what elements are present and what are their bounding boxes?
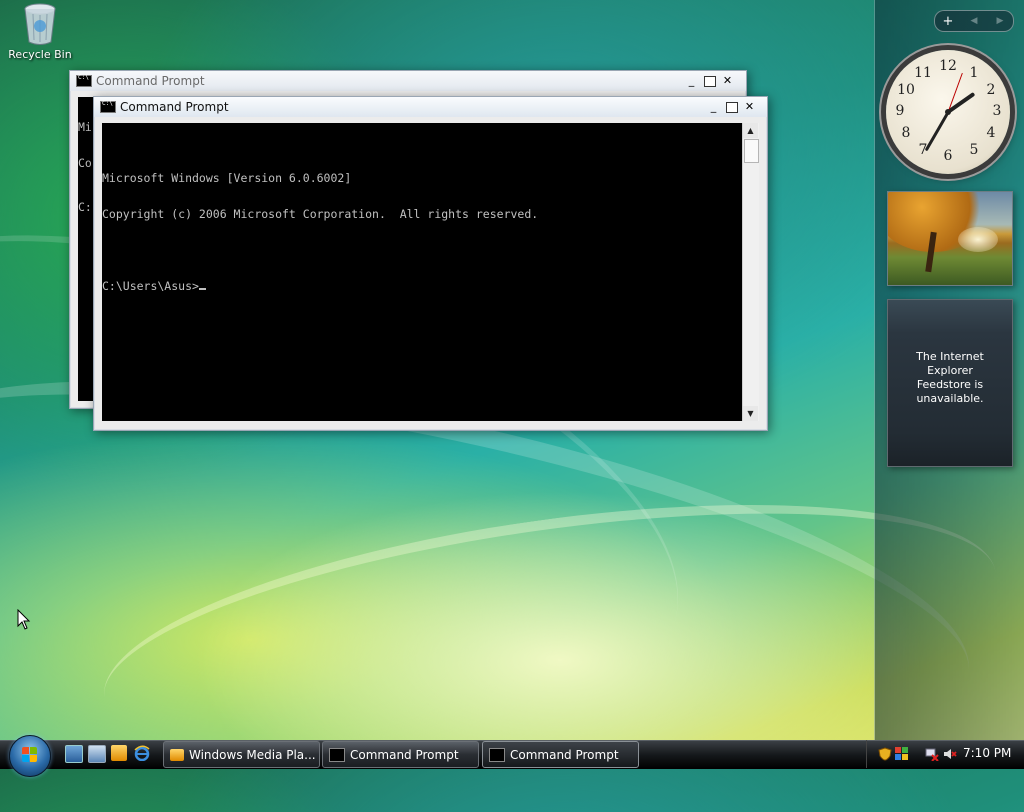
prev-gadget-icon[interactable]: ◀ <box>961 16 987 26</box>
network-disconnected-icon[interactable] <box>925 746 939 762</box>
scroll-thumb[interactable] <box>744 139 759 163</box>
clock-number: 8 <box>901 125 911 141</box>
add-gadget-button[interactable]: + <box>935 14 961 29</box>
volume-muted-icon[interactable] <box>943 746 957 760</box>
clock-gadget[interactable]: 12 1 2 3 4 5 6 7 8 9 10 11 <box>886 50 1010 174</box>
media-player-quicklaunch-icon[interactable] <box>111 745 127 761</box>
taskbar-button-command-prompt[interactable]: Command Prompt <box>322 741 479 768</box>
recycle-bin[interactable]: Recycle Bin <box>4 2 76 61</box>
clock-number: 12 <box>939 58 957 74</box>
clock-number: 2 <box>986 82 996 98</box>
scroll-up-arrow-icon[interactable]: ▲ <box>743 123 758 138</box>
console-prompt-line: C:\Users\Asus> <box>102 280 742 292</box>
clock-number: 10 <box>897 82 915 98</box>
switch-windows-icon[interactable] <box>88 745 106 763</box>
front-window-titlebar[interactable]: Command Prompt <box>94 97 767 117</box>
windows-flag-icon <box>22 747 38 763</box>
minimize-button[interactable]: _ <box>706 100 721 113</box>
show-desktop-icon[interactable] <box>65 745 83 763</box>
taskbar-button-label: Command Prompt <box>510 747 619 762</box>
text-cursor <box>198 288 206 290</box>
clock-number: 3 <box>992 103 1002 119</box>
taskbar-button-label: Windows Media Pla... <box>189 747 316 762</box>
cmd-icon <box>100 100 116 113</box>
console-line: Microsoft Windows [Version 6.0.6002] <box>102 171 352 185</box>
console-prompt: C:\Users\Asus> <box>102 279 199 293</box>
clock-center-pin <box>945 109 951 115</box>
clock-number: 5 <box>969 142 979 158</box>
taskbar-button-label: Command Prompt <box>350 747 459 762</box>
cmd-icon <box>329 747 345 762</box>
close-button[interactable]: ✕ <box>720 74 735 87</box>
scroll-down-arrow-icon[interactable]: ▼ <box>743 406 758 421</box>
maximize-button[interactable] <box>704 76 716 87</box>
clock-number: 11 <box>914 65 932 81</box>
start-button[interactable] <box>9 735 51 777</box>
clock-minute-hand <box>924 111 950 152</box>
console-line: Copyright (c) 2006 Microsoft Corporation… <box>102 207 539 221</box>
front-window-title: Command Prompt <box>120 100 229 114</box>
taskbar-button-media-player[interactable]: Windows Media Pla... <box>163 741 320 768</box>
clock-number: 6 <box>943 148 953 164</box>
sidebar-controls: + ◀ ▶ <box>934 10 1014 32</box>
feed-unavailable-message: The Internet Explorer Feedstore is unava… <box>916 350 984 405</box>
recycle-bin-icon <box>23 2 57 46</box>
next-gadget-icon[interactable]: ▶ <box>987 16 1013 26</box>
clock-number: 1 <box>969 65 979 81</box>
taskbar-button-command-prompt-active[interactable]: Command Prompt <box>482 741 639 768</box>
sun-glow <box>958 227 998 252</box>
cmd-icon <box>489 747 505 762</box>
slideshow-gadget[interactable] <box>887 191 1013 286</box>
media-player-icon <box>170 748 184 761</box>
cmd-icon <box>76 74 92 87</box>
windows-security-icon[interactable] <box>895 746 909 760</box>
maximize-button[interactable] <box>726 102 738 113</box>
close-button[interactable]: ✕ <box>742 100 757 113</box>
back-window-titlebar[interactable]: Command Prompt <box>70 71 746 91</box>
minimize-button[interactable]: _ <box>684 74 699 87</box>
clock-number: 4 <box>986 125 996 141</box>
internet-explorer-icon[interactable] <box>134 745 150 762</box>
security-shield-icon[interactable] <box>878 746 892 761</box>
clock-time[interactable]: 7:10 PM <box>963 746 1011 760</box>
console-area[interactable]: Microsoft Windows [Version 6.0.6002] Cop… <box>102 123 742 421</box>
vertical-scrollbar[interactable]: ▲ ▼ <box>742 123 759 421</box>
clock-number: 9 <box>895 103 905 119</box>
front-command-prompt-window[interactable]: Command Prompt _ ✕ Microsoft Windows [Ve… <box>93 96 768 431</box>
back-window-title: Command Prompt <box>96 74 205 88</box>
mouse-pointer-icon <box>17 609 31 630</box>
recycle-bin-label: Recycle Bin <box>8 48 72 61</box>
feed-headlines-gadget[interactable]: The Internet Explorer Feedstore is unava… <box>887 299 1013 467</box>
